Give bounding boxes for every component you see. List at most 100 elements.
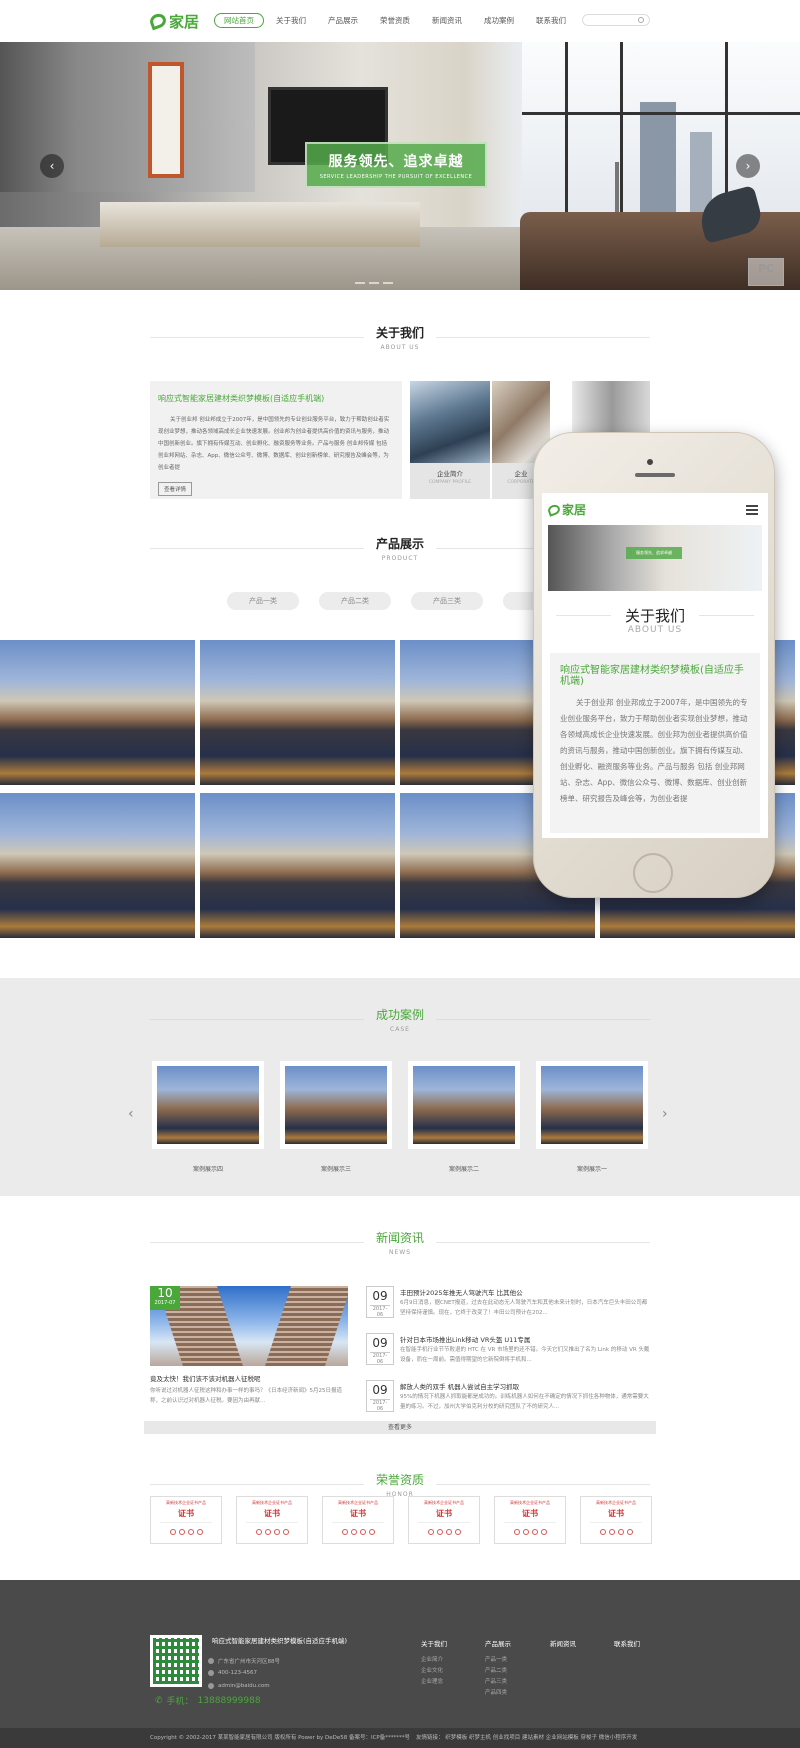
footer-column: 产品展示产品一类 产品二类 产品三类 产品四类 xyxy=(485,1638,511,1699)
footer-column-title[interactable]: 新闻资讯 xyxy=(550,1638,576,1648)
footer-link[interactable]: 产品四类 xyxy=(485,1688,511,1699)
featured-news-date: 10 2017-07 xyxy=(150,1286,180,1310)
search-input[interactable] xyxy=(582,14,650,26)
site-logo[interactable]: 家居 xyxy=(148,10,199,32)
cert-heading: 高新技术企业证书产品 xyxy=(596,1500,636,1505)
location-icon xyxy=(208,1658,214,1664)
news-desc: 在智能手机行业节节败退的 HTC 在 VR 市场里的还不错。今天它们又推出了名为… xyxy=(400,1347,650,1363)
date-month: 2017-07 xyxy=(154,1300,176,1306)
case-caption[interactable]: 案例展示四 xyxy=(152,1164,264,1173)
news-date: 09 2017-06 xyxy=(366,1333,394,1365)
banner-dot[interactable] xyxy=(369,282,379,284)
cert-label: 证书 xyxy=(264,1509,280,1518)
footer-column-title[interactable]: 产品展示 xyxy=(485,1638,511,1648)
footer-column-title[interactable]: 联系我们 xyxy=(614,1638,640,1648)
tab-product-3[interactable]: 产品三类 xyxy=(411,592,483,610)
phone-logo[interactable]: 家居 xyxy=(546,501,586,518)
news-item[interactable]: 09 2017-06 针对日本市场推出Link移动 VR头盔 U11专属 在智能… xyxy=(366,1333,650,1373)
pc-badge: PC xyxy=(748,258,784,286)
phone-banner: 服务领先、追求卓越 xyxy=(548,525,762,591)
email-text[interactable]: admin@baidu.com xyxy=(218,1683,270,1689)
footer-link[interactable]: 企业文化 xyxy=(421,1666,447,1677)
banner-dot[interactable] xyxy=(355,282,365,284)
footer-email: admin@baidu.com xyxy=(208,1683,270,1689)
certificate-card[interactable]: 高新技术企业证书产品 证书 xyxy=(408,1496,480,1544)
news-title[interactable]: 针对日本市场推出Link移动 VR头盔 U11专属 xyxy=(400,1334,530,1344)
nav-about[interactable]: 关于我们 xyxy=(266,13,316,28)
seal-icon xyxy=(187,1529,194,1535)
date-day: 09 xyxy=(372,1336,388,1350)
news-heading-en: NEWS xyxy=(388,1249,412,1256)
seal-icon xyxy=(427,1529,434,1535)
slogan-en: SERVICE LEADERSHIP THE PURSUIT OF EXCELL… xyxy=(319,174,473,180)
tab-product-2[interactable]: 产品二类 xyxy=(319,592,391,610)
search-icon[interactable] xyxy=(638,17,644,23)
copyright-text: Copyright © 2002-2017 某某智能家居有限公司 版权所有 Po… xyxy=(150,1735,410,1741)
seal-icon xyxy=(522,1529,529,1535)
about-more-button[interactable]: 查看详情 xyxy=(158,482,193,496)
product-image[interactable] xyxy=(200,793,395,938)
news-item[interactable]: 09 2017-06 解放人类的双手 机器人尝试自主学习抓取 95%的情况下机器… xyxy=(366,1380,650,1420)
tile-image xyxy=(410,381,490,463)
news-desc: 6月9日消息，据CNET报道，过去在此动态无人驾驶汽车和其他未来计划时，日本汽车… xyxy=(400,1300,648,1316)
date-day: 09 xyxy=(372,1383,388,1397)
case-card[interactable] xyxy=(408,1061,520,1149)
nav-contact[interactable]: 联系我们 xyxy=(526,13,576,28)
certificate-card[interactable]: 高新技术企业证书产品证书 xyxy=(236,1496,308,1544)
product-image[interactable] xyxy=(200,640,395,785)
news-more-button[interactable]: 查看更多 xyxy=(144,1421,656,1434)
cert-heading: 高新技术企业证书产品 xyxy=(252,1500,292,1505)
footer-link[interactable]: 企业理念 xyxy=(421,1677,447,1688)
cases-next-button[interactable]: › xyxy=(662,1106,668,1122)
product-image[interactable] xyxy=(0,793,195,938)
certificate-card[interactable]: 高新技术企业证书产品 证书 xyxy=(150,1496,222,1544)
case-caption[interactable]: 案例展示一 xyxy=(536,1164,648,1173)
slogan-zh: 服务领先、追求卓越 xyxy=(328,154,464,170)
footer-link[interactable]: 产品二类 xyxy=(485,1666,511,1677)
news-title[interactable]: 丰田预计2025年推无人驾驶汽车 比其他公 xyxy=(400,1287,523,1297)
banner-dot[interactable] xyxy=(383,282,393,284)
banner-prev-button[interactable]: ‹ xyxy=(40,154,64,178)
nav-news[interactable]: 新闻资讯 xyxy=(422,13,472,28)
news-title[interactable]: 解放人类的双手 机器人尝试自主学习抓取 xyxy=(400,1381,519,1391)
nav-products[interactable]: 产品展示 xyxy=(318,13,368,28)
nav-honor[interactable]: 荣誉资质 xyxy=(370,13,420,28)
footer-column-title[interactable]: 关于我们 xyxy=(421,1638,447,1648)
footer-link[interactable]: 产品一类 xyxy=(485,1655,511,1666)
site-footer: 响应式智能家居建材类织梦模板(自适应手机端) 广东省广州市天河区88号 400-… xyxy=(0,1580,800,1748)
banner-dots xyxy=(355,282,393,284)
case-card[interactable] xyxy=(536,1061,648,1149)
featured-news-title[interactable]: 竟及太快！我们该不该对机器人征税呢 xyxy=(150,1373,350,1383)
case-caption[interactable]: 案例展示三 xyxy=(280,1164,392,1173)
cert-line xyxy=(504,1522,556,1523)
footer-address: 广东省广州市天河区88号 xyxy=(208,1657,280,1665)
certificate-card[interactable]: 高新技术企业证书产品 证书 xyxy=(494,1496,566,1544)
certificate-card[interactable]: 高新技术企业证书产品 证书 xyxy=(580,1496,652,1544)
tab-product-1[interactable]: 产品一类 xyxy=(227,592,299,610)
tile-company-profile[interactable]: 企业简介 COMPANY PROFILE xyxy=(410,381,490,499)
honor-heading-zh: 荣誉资质 xyxy=(363,1471,436,1488)
friend-links[interactable]: 友情链接： 织梦模板 织梦主机 创业找项目 建站素材 企业网站模板 穿梭子 微信… xyxy=(416,1728,637,1748)
honor-heading-en: HONOR xyxy=(386,1491,414,1498)
case-card[interactable] xyxy=(152,1061,264,1149)
cert-heading: 高新技术企业证书产品 xyxy=(424,1500,464,1505)
hamburger-menu-icon[interactable] xyxy=(746,505,758,515)
footer-company: 响应式智能家居建材类织梦模板(自适应手机端) xyxy=(212,1637,348,1645)
main-nav: 网站首页 关于我们 产品展示 荣誉资质 新闻资讯 成功案例 联系我们 xyxy=(214,13,578,28)
banner-next-button[interactable]: › xyxy=(736,154,760,178)
about-heading-en: ABOUT US xyxy=(380,344,420,351)
cert-label: 证书 xyxy=(350,1509,366,1518)
phone-about-box-title: 响应式智能家居建材类织梦模板(自适应手机端) xyxy=(560,665,744,687)
case-card[interactable] xyxy=(280,1061,392,1149)
footer-link[interactable]: 产品三类 xyxy=(485,1677,511,1688)
certificate-card[interactable]: 高新技术企业证书产品 证书 xyxy=(322,1496,394,1544)
product-image[interactable] xyxy=(0,640,195,785)
cases-prev-button[interactable]: ‹ xyxy=(128,1106,134,1122)
footer-link[interactable]: 企业简介 xyxy=(421,1655,447,1666)
news-item[interactable]: 09 2017-06 丰田预计2025年推无人驾驶汽车 比其他公 6月9日消息，… xyxy=(366,1286,650,1326)
nav-home[interactable]: 网站首页 xyxy=(214,13,264,28)
case-caption[interactable]: 案例展示二 xyxy=(408,1164,520,1173)
nav-cases[interactable]: 成功案例 xyxy=(474,13,524,28)
chevron-left-icon: ‹ xyxy=(49,159,55,173)
seal-icon xyxy=(255,1529,262,1535)
